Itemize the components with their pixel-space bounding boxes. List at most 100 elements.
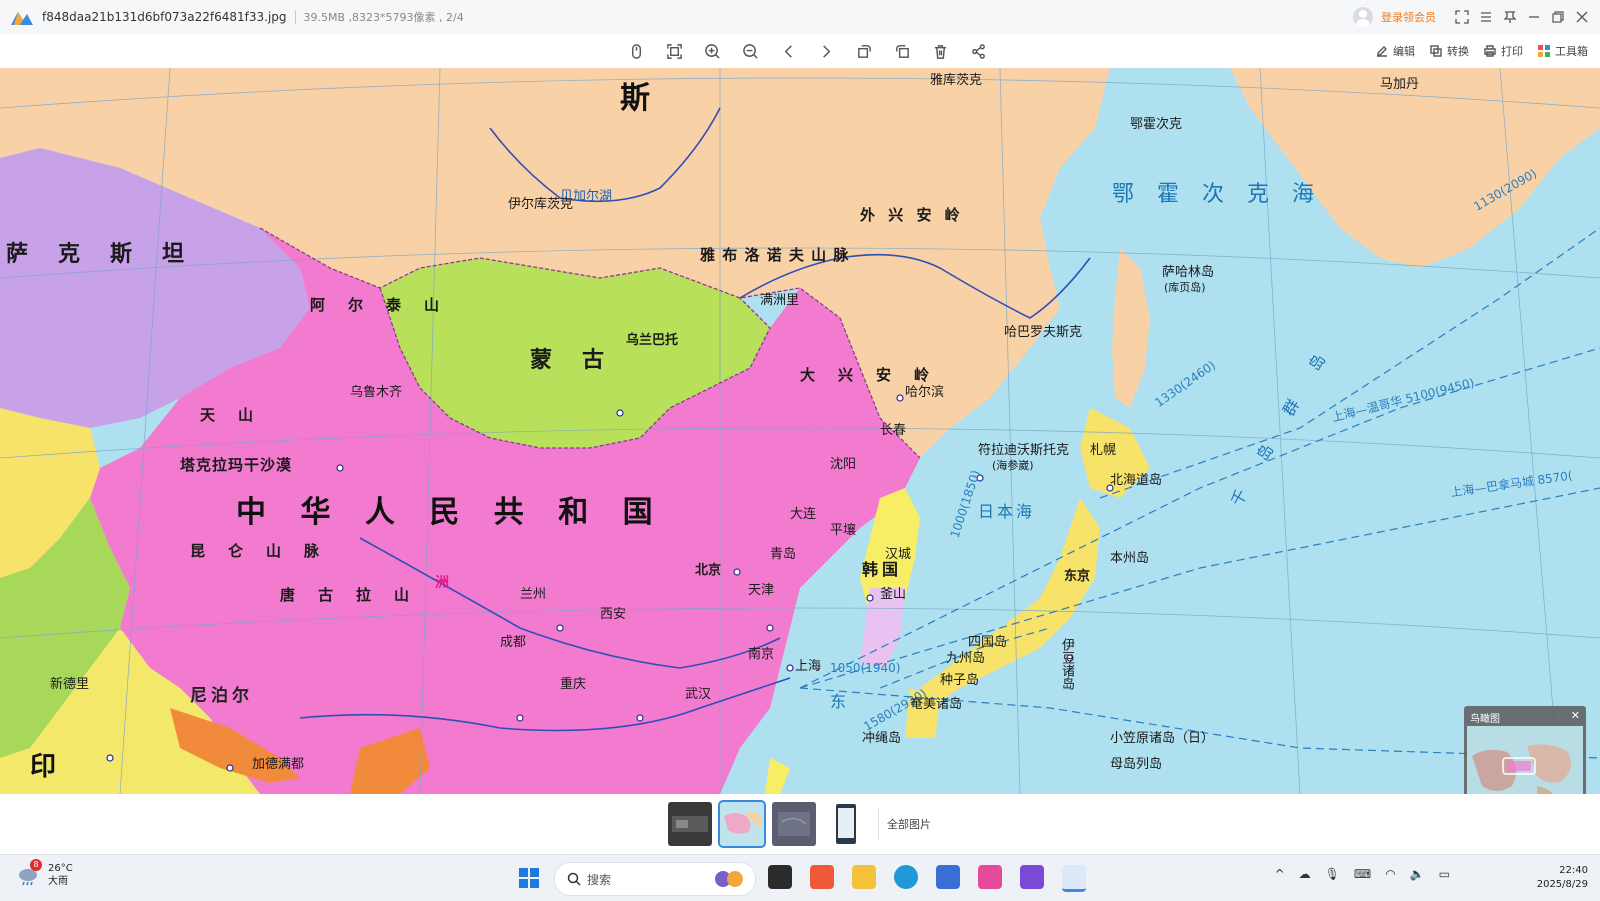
thumbnail-divider — [878, 808, 879, 840]
tray-chevron-up-icon[interactable]: ^ — [1275, 867, 1285, 881]
thumbnail-2-active[interactable] — [718, 800, 766, 848]
minimize-icon — [1529, 16, 1539, 18]
overview-thumbnail[interactable] — [1467, 726, 1583, 794]
edit-label: 编辑 — [1393, 45, 1415, 58]
edge-browser-icon[interactable] — [894, 865, 918, 889]
map-label-amami: 奄美诸岛 — [910, 697, 963, 712]
map-label-russia: 斯 — [620, 81, 662, 116]
map-label-great-khingan: 大 兴 安 岭 — [800, 366, 934, 384]
map-label-izu: 伊豆诸岛 — [1059, 638, 1074, 690]
toolbar: 编辑 转换 打印 工具箱 — [0, 34, 1600, 68]
map-label-lake-baikal: 贝加尔湖 — [560, 189, 613, 204]
toolbox-button[interactable]: 工具箱 — [1537, 43, 1588, 59]
fullscreen-icon — [1455, 10, 1469, 24]
next-image-button[interactable] — [807, 34, 845, 68]
edit-icon — [1377, 46, 1387, 57]
map-label-busan: 釜山 — [880, 587, 907, 602]
file-explorer-icon[interactable] — [852, 865, 876, 889]
rotate-right-button[interactable] — [883, 34, 921, 68]
chevron-right-icon — [822, 44, 830, 58]
zoom-out-icon — [742, 43, 758, 59]
weather-alert-badge: 8 — [30, 859, 42, 871]
taskbar-clock[interactable]: 22:40 2025/8/29 — [1537, 864, 1588, 892]
map-label-kyushu: 九州岛 — [946, 651, 986, 666]
tray-keyboard-icon[interactable]: ⌨ — [1354, 867, 1371, 881]
weather-widget[interactable]: 8 26°C 大雨 — [16, 859, 73, 888]
map-label-harbin: 哈尔滨 — [905, 385, 945, 400]
title-separator — [294, 10, 296, 24]
zoom-out-button[interactable] — [731, 34, 769, 68]
map-label-honshu: 本州岛 — [1110, 551, 1150, 566]
map-label-india: 印 — [30, 752, 69, 782]
overview-close-icon[interactable]: ✕ — [1571, 709, 1580, 722]
map-label-kazakhstan: 萨 克 斯 坦 — [6, 242, 189, 267]
toolbox-icon — [1538, 45, 1550, 57]
windows-start-icon[interactable] — [518, 867, 540, 889]
search-icon — [567, 872, 581, 886]
convert-button[interactable]: 转换 — [1429, 43, 1469, 59]
image-viewer-app-icon[interactable] — [1062, 865, 1086, 892]
title-bar: f848daa21b131d6bf073a22f6481f33.jpg 39.5… — [0, 0, 1600, 34]
clock-time: 22:40 — [1559, 865, 1588, 876]
zoom-in-button[interactable] — [693, 34, 731, 68]
overview-panel: 鸟瞰图 ✕ — [1464, 706, 1586, 794]
map-label-shenyang: 沈阳 — [830, 457, 857, 472]
chevron-left-icon — [784, 44, 792, 58]
print-button[interactable]: 打印 — [1483, 43, 1523, 59]
convert-label: 转换 — [1447, 45, 1469, 58]
share-button[interactable] — [959, 34, 997, 68]
restore-icon — [1552, 11, 1564, 23]
map-label-japan-sea: 日本海 — [978, 502, 1036, 521]
microsoft-store-icon[interactable] — [936, 865, 960, 889]
tray-microphone-icon[interactable]: 🎙 — [1325, 867, 1340, 881]
menu-icon — [1481, 12, 1491, 22]
thumbnail-3[interactable] — [772, 802, 816, 846]
map-label-nepal: 尼泊尔 — [190, 686, 253, 706]
restore-button[interactable] — [1546, 5, 1570, 29]
zoom-in-icon — [704, 43, 720, 59]
close-button[interactable] — [1570, 5, 1594, 29]
map-label-shanghai: 上海 — [795, 659, 822, 674]
fit-window-button[interactable] — [655, 34, 693, 68]
system-tray: ^ ☁ 🎙 ⌨ ◠ 🔈 ▭ — [1275, 867, 1450, 881]
map-label-wuhan: 武汉 — [685, 687, 712, 702]
pin-button[interactable] — [1498, 5, 1522, 29]
image-viewport[interactable]: 斯 萨 克 斯 坦 蒙 古 中 华 人 民 共 和 国 洲 鄂 霍 次 克 海 … — [0, 68, 1600, 794]
tray-volume-icon[interactable]: 🔈 — [1410, 867, 1425, 881]
thumbnail-4[interactable] — [824, 802, 868, 846]
thumbnail-2-image — [720, 802, 764, 846]
thumbnail-3-image — [772, 802, 816, 846]
trash-icon — [934, 44, 946, 59]
weather-rain-icon: 8 — [16, 859, 42, 887]
edit-button[interactable]: 编辑 — [1375, 43, 1415, 59]
office-app-icon[interactable] — [810, 865, 834, 889]
taskview-app-icon[interactable] — [768, 865, 792, 889]
map-label-dalian: 大连 — [790, 507, 817, 522]
tray-cloud-icon[interactable]: ☁ — [1299, 867, 1311, 881]
photo-app-icon[interactable] — [978, 865, 1002, 889]
map-label-tianshan: 天 山 — [200, 406, 258, 424]
previous-image-button[interactable] — [769, 34, 807, 68]
menu-button[interactable] — [1474, 5, 1498, 29]
tray-battery-icon[interactable]: ▭ — [1439, 867, 1450, 881]
rotate-left-button[interactable] — [845, 34, 883, 68]
chat-app-icon[interactable] — [1020, 865, 1044, 889]
thumbnail-1-image — [672, 816, 708, 832]
login-vip-link[interactable]: 登录领会员 — [1381, 9, 1436, 25]
convert-icon — [1430, 45, 1442, 57]
all-images-link[interactable]: 全部图片 — [887, 816, 931, 832]
map-label-lanzhou: 兰州 — [520, 587, 547, 602]
taskbar-search-box[interactable]: 搜索 — [554, 862, 756, 896]
avatar[interactable] — [1353, 7, 1373, 27]
minimize-button[interactable] — [1522, 5, 1546, 29]
toolbox-label: 工具箱 — [1555, 45, 1588, 58]
search-placeholder: 搜索 — [587, 872, 612, 887]
tray-wifi-icon[interactable]: ◠ — [1385, 867, 1395, 881]
file-meta: 39.5MB ,8323*5793像素 , 2/4 — [303, 11, 464, 24]
mouse-mode-button[interactable] — [617, 34, 655, 68]
thumbnail-1[interactable] — [668, 802, 712, 846]
map-label-okinawa: 冲绳岛 — [862, 731, 902, 746]
fullscreen-button[interactable] — [1450, 5, 1474, 29]
delete-button[interactable] — [921, 34, 959, 68]
map-label-tanggula: 唐 古 拉 山 — [280, 586, 414, 604]
